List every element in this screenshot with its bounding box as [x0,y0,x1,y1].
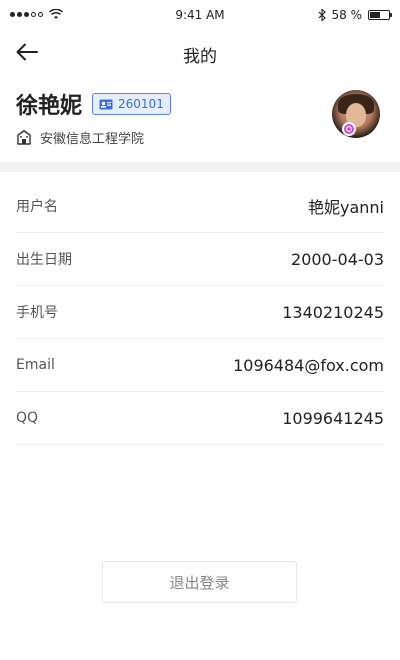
info-value: 2000-04-03 [291,249,384,269]
info-value: 艳妮yanni [307,198,384,217]
edit-icon [346,126,352,132]
info-value: 1099641245 [282,408,384,428]
info-label: 用户名 [16,199,58,215]
school-name: 安徽信息工程学院 [40,132,145,147]
school-building-icon [17,130,31,145]
id-card-icon [99,99,113,109]
school-row: 安徽信息工程学院 [16,128,144,147]
battery-icon [368,10,392,20]
info-value: 1096484@fox.com [233,355,384,375]
info-label: QQ [16,410,39,426]
battery-fill [370,12,381,18]
avatar-badge-icon [342,122,356,136]
info-row-email[interactable]: Email 1096484@fox.com [16,339,384,392]
info-list: 用户名 艳妮yanni 出生日期 2000-04-03 手机号 13402102… [16,180,384,445]
section-divider [0,162,400,172]
bluetooth-icon [318,9,326,21]
logout-button[interactable]: 退出登录 [102,561,297,603]
info-row-qq[interactable]: QQ 1099641245 [16,392,384,445]
info-label: 手机号 [16,305,58,321]
profile-screen: 9:41 AM 58 % 我的 徐艳妮 260101 安徽信息工程学院 用户名 … [0,0,400,660]
avatar[interactable] [332,90,380,138]
name-row: 徐艳妮 260101 [16,88,171,120]
info-value: 1340210245 [282,302,384,322]
info-row-username[interactable]: 用户名 艳妮yanni [16,180,384,233]
info-label: 出生日期 [16,252,72,268]
profile-header: 徐艳妮 260101 安徽信息工程学院 [0,76,400,162]
info-label: Email [16,357,55,373]
nav-bar: 我的 [0,30,400,74]
battery-percent: 58 % [331,8,363,22]
info-row-phone[interactable]: 手机号 1340210245 [16,286,384,339]
user-name: 徐艳妮 [16,94,83,119]
id-badge-number: 260101 [118,97,164,111]
info-row-birthday[interactable]: 出生日期 2000-04-03 [16,233,384,286]
status-right: 58 % [318,8,392,22]
id-badge: 260101 [92,93,171,115]
status-bar: 9:41 AM 58 % [0,0,400,30]
page-title: 我的 [183,47,217,67]
